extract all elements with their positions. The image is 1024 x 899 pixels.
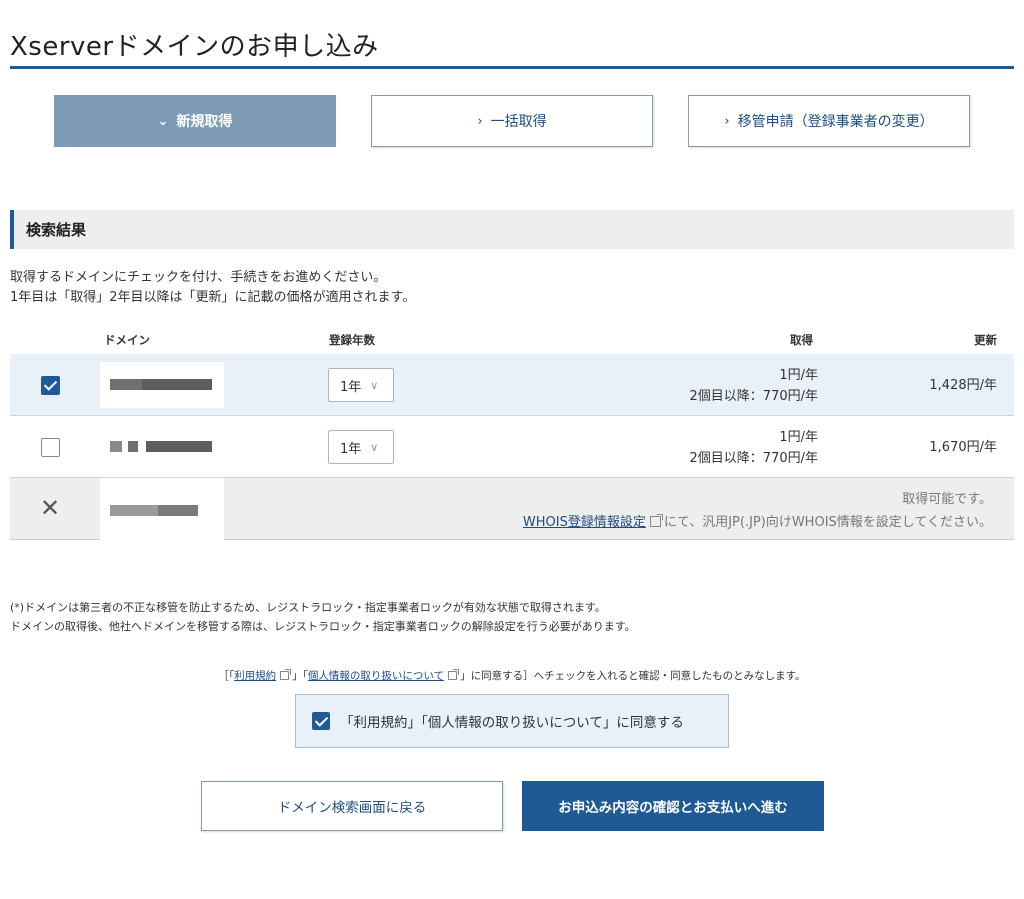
tab-label: 移管申請（登録事業者の変更）	[737, 114, 934, 130]
intro-text: 取得するドメインにチェックを付け、手続きをお進めください。 1年目は「取得」2年…	[10, 268, 415, 308]
column-header-years: 登録年数	[329, 333, 375, 347]
intro-line: 1年目は「取得」2年目以降は「更新」に記載の価格が適用されます。	[10, 290, 416, 305]
title-rule	[10, 66, 1014, 69]
external-link-icon	[649, 514, 663, 527]
table-row: 1年 ∨ 1円/年 2個目以降：770円/年 1,428円/年	[10, 354, 1014, 416]
years-select[interactable]: 1年 ∨	[328, 368, 394, 402]
note-line: ドメインの取得後、他社へドメインを移管する際は、レジストラロック・指定事業者ロッ…	[10, 620, 636, 633]
close-icon: ✕	[40, 494, 61, 522]
domain-name-masked	[100, 424, 224, 470]
page-title: Xserverドメインのお申し込み	[10, 32, 379, 62]
table-row: 1年 ∨ 1円/年 2個目以降：770円/年 1,670円/年	[10, 416, 1014, 478]
acquire-price-value: 1円/年	[779, 430, 818, 445]
agreement-suffix: 」に同意する］へチェックを入れると確認・同意したものとみなします。	[460, 670, 806, 682]
intro-line: 取得するドメインにチェックを付け、手続きをお進めください。	[10, 270, 387, 285]
acquire-price-value: 1円/年	[779, 368, 818, 383]
agreement-checkbox-box[interactable]: 「利用規約」「個人情報の取り扱いについて」に同意する	[295, 694, 729, 748]
acquire-price: 1円/年 2個目以降：770円/年	[690, 365, 818, 407]
renew-price: 1,670円/年	[929, 440, 997, 455]
column-header-acquire: 取得	[790, 333, 813, 347]
agreement-checkbox[interactable]	[312, 712, 330, 730]
years-select-value: 1年	[340, 379, 362, 395]
notes: (*)ドメインは第三者の不正な移管を防止するため、レジストラロック・指定事業者ロ…	[10, 598, 636, 636]
chevron-down-icon: ⌄	[157, 113, 169, 129]
years-select-value: 1年	[340, 441, 362, 457]
back-to-search-button[interactable]: ドメイン検索画面に戻る	[201, 781, 503, 831]
agreement-prefix: ［「	[218, 670, 235, 682]
tab-transfer[interactable]: › 移管申請（登録事業者の変更）	[688, 95, 970, 147]
chevron-down-icon: ∨	[370, 440, 379, 454]
availability-status: 取得可能です。	[902, 492, 992, 507]
column-header-domain: ドメイン	[104, 333, 150, 347]
renew-price: 1,428円/年	[929, 378, 997, 393]
external-link-icon	[448, 669, 460, 680]
agreement-mid: 」「	[292, 670, 308, 682]
proceed-to-payment-button[interactable]: お申込み内容の確認とお支払いへ進む	[522, 781, 824, 831]
tab-label: 新規取得	[176, 114, 233, 130]
privacy-link[interactable]: 個人情報の取り扱いについて	[308, 670, 444, 682]
search-results-heading: 検索結果	[10, 210, 1014, 249]
domain-checkbox[interactable]	[41, 438, 60, 457]
domain-name-masked	[100, 478, 224, 540]
acquire-price-note: 2個目以降：770円/年	[689, 451, 818, 466]
whois-instruction-text: にて、汎用JP(.JP)向けWHOIS情報を設定してください。	[663, 515, 992, 530]
column-header-renew: 更新	[974, 333, 997, 347]
domain-checkbox[interactable]	[41, 376, 60, 395]
tab-new-registration[interactable]: ⌄ 新規取得	[54, 95, 336, 147]
tab-bulk-registration[interactable]: › 一括取得	[371, 95, 653, 147]
agreement-notice: ［「利用規約 」「個人情報の取り扱いについて 」に同意する］へチェックを入れると確認…	[0, 668, 1024, 683]
chevron-right-icon: ›	[724, 113, 730, 129]
external-link-icon	[280, 669, 292, 680]
domain-name-masked	[100, 362, 224, 408]
note-line: (*)ドメインは第三者の不正な移管を防止するため、レジストラロック・指定事業者ロ…	[10, 601, 606, 614]
tab-label: 一括取得	[490, 114, 547, 130]
agreement-checkbox-label: 「利用規約」「個人情報の取り扱いについて」に同意する	[340, 715, 684, 731]
chevron-down-icon: ∨	[370, 378, 379, 392]
table-row: ✕ 取得可能です。 WHOIS登録情報設定 にて、汎用JP(.JP)向けWHOIS…	[10, 478, 1014, 540]
years-select[interactable]: 1年 ∨	[328, 430, 394, 464]
acquire-price: 1円/年 2個目以降：770円/年	[690, 427, 818, 469]
whois-instruction: WHOIS登録情報設定 にて、汎用JP(.JP)向けWHOIS情報を設定してくださ…	[523, 511, 992, 530]
chevron-right-icon: ›	[477, 113, 483, 129]
whois-settings-link[interactable]: WHOIS登録情報設定	[523, 515, 646, 530]
terms-link[interactable]: 利用規約	[234, 670, 276, 682]
acquire-price-note: 2個目以降：770円/年	[689, 389, 818, 404]
